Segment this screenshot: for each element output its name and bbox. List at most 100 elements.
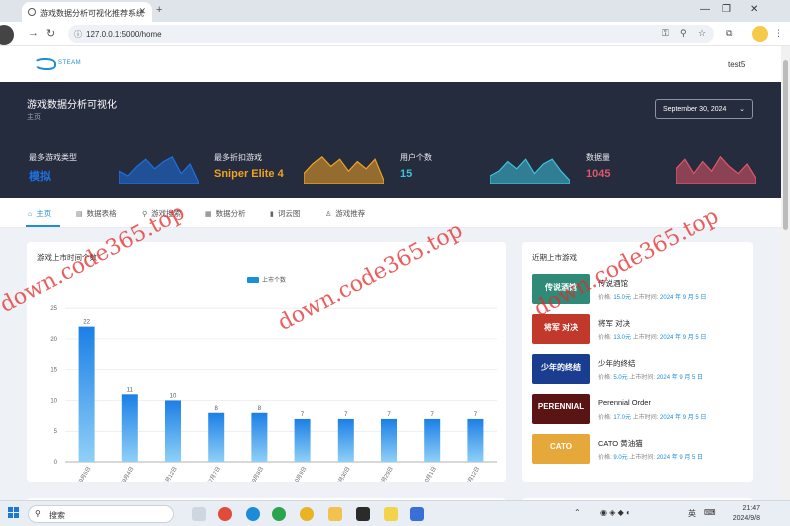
bar[interactable] [208,412,225,462]
browser-tab[interactable]: 游戏数据分析可视化推荐系统 ✕ [22,2,152,22]
tab-data-table[interactable]: ▤ 数据表格 [76,208,117,219]
bookmark-star-icon[interactable]: ☆ [698,28,706,39]
stat-top-discount: 最多折扣游戏 Sniper Elite 4 [214,152,394,192]
game-name[interactable]: 将军 对决 [598,318,630,329]
windows-start-icon[interactable] [8,507,20,519]
browser-tab-strip: 游戏数据分析可视化推荐系统 ✕ + — ❐ ✕ [0,0,790,22]
bar[interactable] [467,418,484,462]
bar[interactable] [337,418,354,462]
web-page: STEAM test5 游戏数据分析可视化 主页 September 30, 2… [0,46,781,500]
new-tab-button[interactable]: + [156,4,162,16]
recent-game-item[interactable]: 传说酒馆 传说酒馆 价格: 15.0元 上市时间: 2024 年 9 月 5 日 [532,274,752,306]
scrollbar-thumb[interactable] [783,60,788,230]
x-tick-label: 2024年9月4日 [111,465,135,482]
url-field[interactable]: ⓘ 127.0.0.1:5000/home [68,25,714,43]
menu-dots-icon[interactable]: ⋮ [774,28,783,39]
game-thumbnail[interactable]: 将军 对决 [532,314,590,344]
minimize-icon[interactable]: — [700,4,710,15]
password-key-icon[interactable]: ⚿ [662,28,669,39]
bar-value-label: 7 [387,412,391,418]
tab-data-analysis[interactable]: ▦ 数据分析 [205,208,246,219]
folder-icon[interactable] [328,507,342,521]
bar-value-label: 11 [127,387,134,393]
steam-logo[interactable]: STEAM [34,58,94,70]
globe-icon [28,8,36,16]
search-icon: ⚲ [35,509,41,518]
browser-tab-title: 游戏数据分析可视化推荐系统 [40,9,144,18]
game-thumbnail[interactable]: 传说酒馆 [532,274,590,304]
pycharm-icon[interactable] [356,507,370,521]
restore-icon[interactable]: ❐ [722,4,731,15]
y-tick-label: 15 [50,368,57,374]
price-label: 价格: [598,415,614,421]
zoom-icon[interactable]: ⚲ [680,28,687,39]
app-icon-blue[interactable] [410,507,424,521]
tray-icons[interactable]: ◉ ◈ ◆ ◐ [600,508,631,517]
date-label: 上市时间: [632,335,661,341]
recent-game-item[interactable]: 将军 对决 将军 对决 价格: 13.0元 上市时间: 2024 年 9 月 5 日 [532,314,752,346]
bar[interactable] [78,326,95,462]
game-name[interactable]: Perennial Order [598,398,651,407]
thumb-icon: ♙ [325,211,332,218]
keyboard-icon[interactable]: ⌨ [704,508,716,517]
price-label: 价格: [598,295,614,301]
tab-game-recommend[interactable]: ♙ 游戏推荐 [325,208,365,219]
chrome-icon[interactable] [300,507,314,521]
window-close-icon[interactable]: ✕ [750,4,758,15]
tray-chevron-icon[interactable]: ⌃ [574,508,581,517]
bar-value-label: 7 [431,412,435,418]
site-info-icon[interactable]: ⓘ [74,29,82,40]
edge-icon[interactable] [246,507,260,521]
system-clock[interactable]: 21:47 2024/9/8 [724,504,760,524]
tab-game-search[interactable]: ⚲ 游戏搜索 [142,208,181,219]
tab-home[interactable]: ⌂ 主页 [28,208,51,219]
bar[interactable] [424,418,441,462]
reload-icon[interactable]: ↻ [46,27,55,40]
wechat-icon[interactable] [272,507,286,521]
game-name[interactable]: CATO 黄油猫 [598,438,643,449]
game-name[interactable]: 传说酒馆 [598,278,628,289]
bar[interactable] [294,418,311,462]
address-bar-row: → ↻ ⓘ 127.0.0.1:5000/home ⚿ ⚲ ☆ ⧉ ⋮ [0,22,790,46]
stat-data-volume: 数据量 1045 [586,152,766,192]
x-tick-label: 2017年10月1日 [412,465,438,482]
tab-label: 词云图 [277,209,301,218]
game-name[interactable]: 少年的终结 [598,358,636,369]
recent-game-item[interactable]: 少年的终结 少年的终结 价格: 5.0元 上市时间: 2024 年 9 月 5 日 [532,354,752,386]
task-view-icon[interactable] [192,507,206,521]
price-value: 9.0元 [613,455,630,461]
recent-game-item[interactable]: PERENNIAL Perennial Order 价格: 17.0元 上市时间: … [532,394,752,426]
date-value: 2024 年 9 月 5 日 [656,455,704,461]
bar[interactable] [121,394,138,462]
y-tick-label: 25 [50,306,57,312]
extensions-icon[interactable]: ⧉ [726,28,732,39]
bar[interactable] [251,412,268,462]
x-tick-label: 2024年8月30日 [326,465,352,482]
game-thumbnail[interactable]: PERENNIAL [532,394,590,424]
profile-avatar[interactable] [752,26,768,42]
stat-value: 15 [400,168,413,180]
bar-value-label: 7 [474,412,478,418]
close-icon[interactable]: ✕ [138,6,146,17]
date-picker[interactable]: September 30, 2024 ⌄ [655,99,753,119]
app-icon-red[interactable] [218,507,232,521]
game-thumbnail[interactable]: CATO [532,434,590,464]
date-value: 2024 年 9 月 5 日 [660,415,707,421]
notes-icon[interactable] [384,507,398,521]
thumbnail-title: 少年的终结 [541,363,581,372]
thumbnail-title: CATO [550,442,572,451]
forward-icon[interactable]: → [28,27,39,39]
date-value: 2024 年 9 月 5 日 [656,375,704,381]
bar[interactable] [165,400,181,462]
tab-label: 主页 [36,209,52,218]
taskbar-search[interactable]: ⚲ 搜索 [28,505,174,523]
tab-word-cloud[interactable]: ▮ 词云图 [270,208,300,219]
bar[interactable] [381,418,397,462]
user-name[interactable]: test5 [728,60,745,69]
url-text: 127.0.0.1:5000/home [86,30,162,39]
game-thumbnail[interactable]: 少年的终结 [532,354,590,384]
input-language[interactable]: 英 [688,508,696,519]
price-value: 13.0元 [613,335,633,341]
page-tabs: ⌂ 主页 ▤ 数据表格 ⚲ 游戏搜索 ▦ 数据分析 ▮ 词云图 ♙ 游戏推荐 [0,198,781,228]
recent-game-item[interactable]: CATO CATO 黄油猫 价格: 9.0元 上市时间: 2024 年 9 月 5 … [532,434,752,466]
